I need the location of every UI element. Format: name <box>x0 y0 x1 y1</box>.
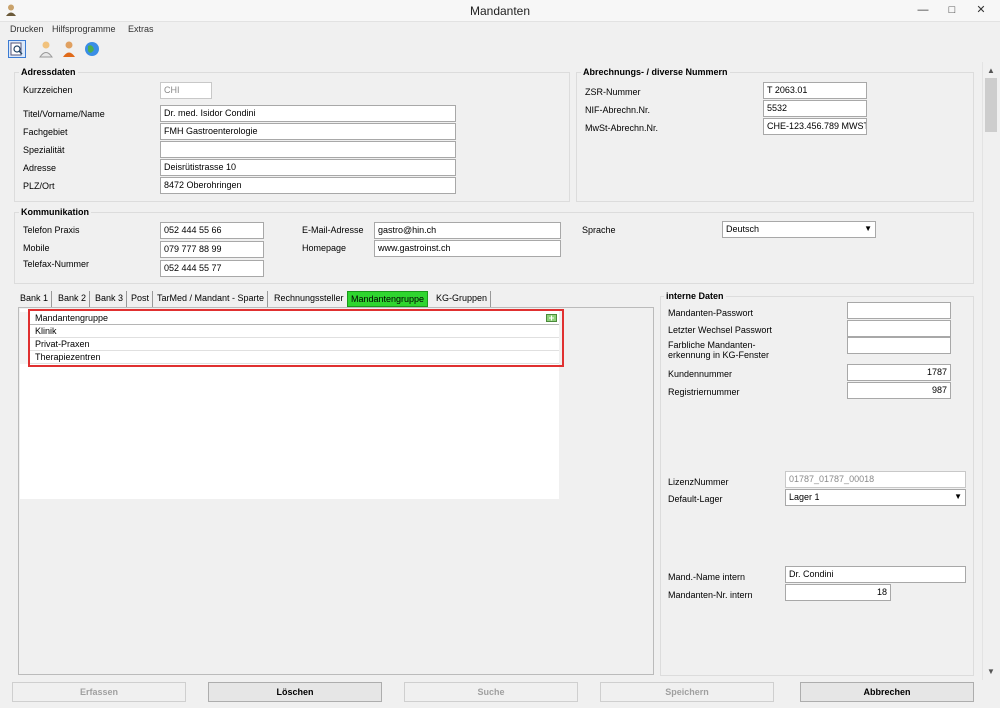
telefon-label: Telefon Praxis <box>23 225 80 235</box>
lager-label: Default-Lager <box>668 494 723 504</box>
nif-field[interactable]: 5532 <box>763 100 867 117</box>
passwort-label: Mandanten-Passwort <box>668 308 754 318</box>
scroll-up-icon[interactable]: ▲ <box>987 66 995 75</box>
kurzzeichen-label: Kurzzeichen <box>23 85 73 95</box>
telefax-label: Telefax-Nummer <box>23 259 90 269</box>
sprache-select[interactable]: Deutsch ▼ <box>722 221 876 238</box>
adresse-label: Adresse <box>23 163 57 173</box>
telefax-field[interactable]: 052 444 55 77 <box>160 260 264 277</box>
title-bar: Mandanten — □ ✕ <box>0 0 1000 22</box>
close-button[interactable]: ✕ <box>968 2 994 18</box>
suche-button[interactable]: Suche <box>404 682 578 702</box>
lizenz-field[interactable]: 01787_01787_00018 <box>785 471 966 488</box>
nif-label: NIF-Abrechn.Nr. <box>585 105 651 115</box>
scroll-down-icon[interactable]: ▼ <box>987 667 995 676</box>
spezialitaet-label: Spezialität <box>23 145 65 155</box>
menu-extras[interactable]: Extras <box>128 24 154 34</box>
chevron-down-icon: ▼ <box>954 492 962 501</box>
user-orange-icon[interactable] <box>60 40 78 58</box>
lizenz-label: LizenzNummer <box>668 477 729 487</box>
mobile-field[interactable]: 079 777 88 99 <box>160 241 264 258</box>
menu-drucken[interactable]: Drucken <box>10 24 44 34</box>
homepage-field[interactable]: www.gastroinst.ch <box>374 240 561 257</box>
email-field[interactable]: gastro@hin.ch <box>374 222 561 239</box>
tab-bank-2[interactable]: Bank 2 <box>55 291 91 307</box>
interne-daten-title: interne Daten <box>664 291 726 301</box>
erfassen-button[interactable]: Erfassen <box>12 682 186 702</box>
kunden-label: Kundennummer <box>668 369 733 379</box>
kurzzeichen-field[interactable]: CHI <box>160 82 212 99</box>
lager-value: Lager 1 <box>789 492 820 502</box>
mandnr-label: Mandanten-Nr. intern <box>668 590 753 600</box>
adressdaten-title: Adressdaten <box>19 67 78 77</box>
mwst-label: MwSt-Abrechn.Nr. <box>585 123 659 133</box>
nummern-title: Abrechnungs- / diverse Nummern <box>581 67 730 77</box>
chevron-down-icon: ▼ <box>864 224 872 233</box>
plz-label: PLZ/Ort <box>23 181 55 191</box>
adresse-field[interactable]: Deisrütistrasse 10 <box>160 159 456 176</box>
mobile-label: Mobile <box>23 243 50 253</box>
plz-field[interactable]: 8472 Oberohringen <box>160 177 456 194</box>
sprache-label: Sprache <box>582 225 616 235</box>
tab-post[interactable]: Post <box>128 291 154 307</box>
menu-hilfsprogramme[interactable]: Hilfsprogramme <box>52 24 116 34</box>
tab-bank-1[interactable]: Bank 1 <box>17 291 53 307</box>
scroll-thumb[interactable] <box>985 78 997 132</box>
user-icon[interactable] <box>37 40 55 58</box>
menu-bar: Drucken Hilfsprogramme Extras <box>0 22 1000 38</box>
register-label: Registriernummer <box>668 387 740 397</box>
spezialitaet-field[interactable] <box>160 141 456 158</box>
globe-icon[interactable] <box>83 40 101 58</box>
highlight-box <box>28 309 564 367</box>
speichern-button[interactable]: Speichern <box>600 682 774 702</box>
abbrechen-button[interactable]: Abbrechen <box>800 682 974 702</box>
farb-field[interactable] <box>847 337 951 354</box>
search-icon[interactable] <box>8 40 26 58</box>
tab-bank-3[interactable]: Bank 3 <box>92 291 128 307</box>
loeschen-button[interactable]: Löschen <box>208 682 382 702</box>
kunden-field[interactable]: 1787 <box>847 364 951 381</box>
mandnr-field[interactable]: 18 <box>785 584 891 601</box>
wechsel-label: Letzter Wechsel Passwort <box>668 325 772 335</box>
farb-label-2: erkennung in KG-Fenster <box>668 350 770 360</box>
mandname-field[interactable]: Dr. Condini <box>785 566 966 583</box>
fachgebiet-field[interactable]: FMH Gastroenterologie <box>160 123 456 140</box>
homepage-label: Homepage <box>302 243 347 253</box>
tab-mandantengruppe[interactable]: Mandantengruppe <box>347 291 429 307</box>
tab-tarmed[interactable]: TarMed / Mandant - Sparte <box>154 291 269 307</box>
window-title: Mandanten <box>469 4 531 18</box>
zsr-field[interactable]: T 2063.01 <box>763 82 867 99</box>
wechsel-field[interactable] <box>847 320 951 337</box>
titel-field[interactable]: Dr. med. Isidor Condini <box>160 105 456 122</box>
lager-select[interactable]: Lager 1 ▼ <box>785 489 966 506</box>
mandname-label: Mand.-Name intern <box>668 572 746 582</box>
kommunikation-title: Kommunikation <box>19 207 92 217</box>
minimize-button[interactable]: — <box>910 2 936 18</box>
telefon-field[interactable]: 052 444 55 66 <box>160 222 264 239</box>
toolbar <box>0 38 1000 62</box>
passwort-field[interactable] <box>847 302 951 319</box>
tab-kg-gruppen[interactable]: KG-Gruppen <box>433 291 492 307</box>
maximize-button[interactable]: □ <box>939 2 965 18</box>
mwst-field[interactable]: CHE-123.456.789 MWST <box>763 118 867 135</box>
titel-label: Titel/Vorname/Name <box>23 109 105 119</box>
vertical-scrollbar[interactable]: ▲ ▼ <box>982 62 999 680</box>
sprache-value: Deutsch <box>726 224 760 234</box>
zsr-label: ZSR-Nummer <box>585 87 641 97</box>
tab-rechnungssteller[interactable]: Rechnungssteller <box>271 291 348 307</box>
email-label: E-Mail-Adresse <box>302 225 364 235</box>
fachgebiet-label: Fachgebiet <box>23 127 68 137</box>
farb-label-1: Farbliche Mandanten- <box>668 340 756 350</box>
register-field[interactable]: 987 <box>847 382 951 399</box>
